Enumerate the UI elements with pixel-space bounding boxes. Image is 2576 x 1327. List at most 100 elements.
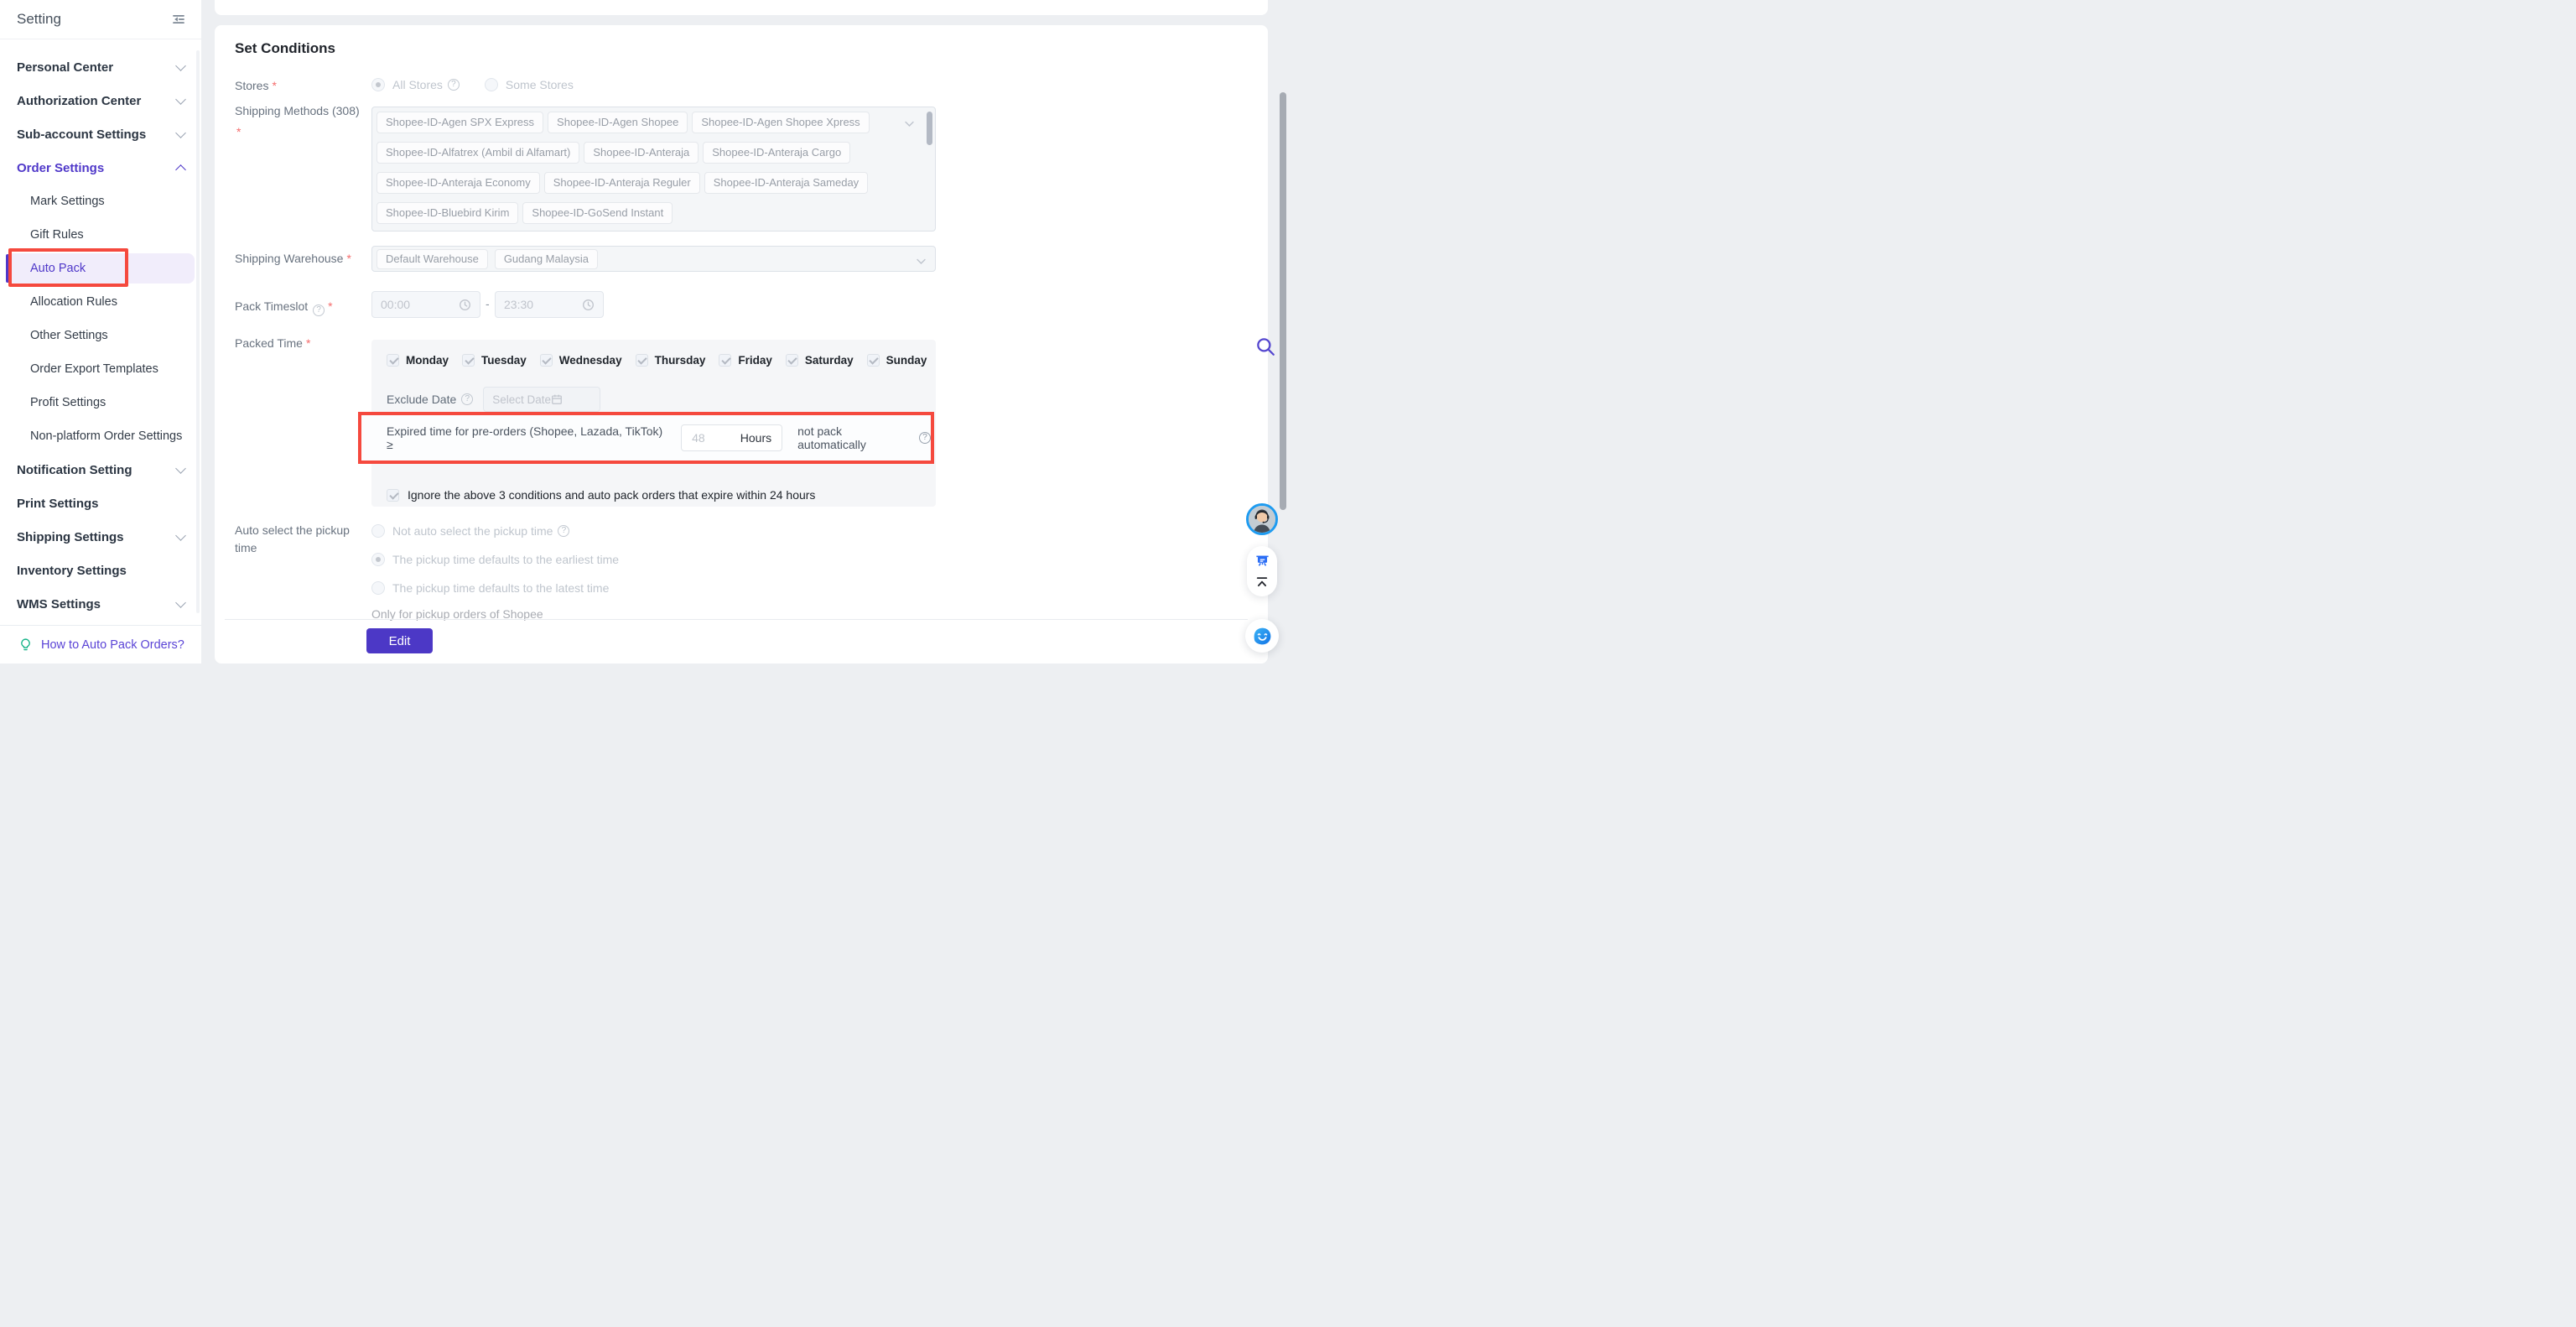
sidebar-item-wms-settings[interactable]: WMS Settings	[0, 587, 201, 621]
page-scrollbar[interactable]	[1280, 92, 1286, 510]
help-icon[interactable]: ?	[558, 525, 569, 537]
required-mark: *	[328, 299, 332, 313]
sidebar-collapse-icon[interactable]	[171, 12, 186, 27]
calendar-icon	[551, 393, 563, 405]
shipping-method-tag: Shopee-ID-Agen Shopee	[548, 112, 688, 133]
pack-timeslot-label: Pack Timeslot?*	[235, 298, 371, 316]
sidebar-item-profit-settings[interactable]: Profit Settings	[0, 386, 201, 419]
checkbox-icon	[636, 354, 648, 367]
shipping-method-tag: Shopee-ID-Agen SPX Express	[377, 112, 543, 133]
sidebar-item-allocation-rules[interactable]: Allocation Rules	[0, 285, 201, 319]
sidebar-item-label: Print Settings	[17, 497, 99, 511]
expired-time-suffix: not pack automatically	[797, 424, 913, 451]
ignore-conditions-row[interactable]: Ignore the above 3 conditions and auto p…	[387, 488, 815, 502]
radio-label: Not auto select the pickup time	[392, 524, 553, 538]
checkbox-icon	[719, 354, 731, 367]
sidebar-item-label: Sub-account Settings	[17, 127, 146, 142]
announcement-board-icon[interactable]	[1254, 553, 1270, 569]
customer-service-chat-icon[interactable]	[1245, 619, 1279, 653]
sidebar-item-non-platform-order-settings[interactable]: Non-platform Order Settings	[0, 419, 201, 453]
support-agent-avatar[interactable]	[1246, 503, 1278, 535]
expired-time-annotated-row: Expired time for pre-orders (Shopee, Laz…	[358, 412, 934, 464]
day-label: Saturday	[805, 354, 854, 367]
zoom-search-icon[interactable]	[1254, 336, 1276, 362]
help-icon[interactable]: ?	[448, 79, 460, 91]
pickup-option-not-auto-select-the-pickup-time[interactable]: Not auto select the pickup time?	[371, 522, 619, 540]
timeslot-start-input[interactable]: 00:00	[371, 291, 480, 318]
sidebar-header: Setting	[0, 0, 201, 39]
select-scrollbar-thumb[interactable]	[927, 112, 932, 145]
sidebar-item-authorization-center[interactable]: Authorization Center	[0, 84, 201, 117]
timeslot-end-input[interactable]: 23:30	[495, 291, 604, 318]
checkbox-icon	[540, 354, 553, 367]
sidebar-item-gift-rules[interactable]: Gift Rules	[0, 218, 201, 252]
sidebar-item-shipping-settings[interactable]: Shipping Settings	[0, 520, 201, 554]
sidebar-item-label: WMS Settings	[17, 597, 101, 611]
checkbox-icon	[387, 489, 399, 502]
packed-days-group: Monday Tuesday Wednesday Thursday Friday Satu…	[387, 347, 927, 372]
expired-hours-input[interactable]: 48 Hours	[681, 424, 782, 451]
shipping-warehouse-label: Shipping Warehouse*	[235, 250, 371, 268]
sidebar-item-inventory-settings[interactable]: Inventory Settings	[0, 554, 201, 587]
help-link[interactable]: How to Auto Pack Orders?	[41, 638, 184, 652]
day-checkbox-thursday[interactable]: Thursday	[636, 354, 706, 367]
expired-hours-value: 48	[692, 431, 740, 445]
stores-label: Stores*	[235, 77, 371, 95]
sidebar-item-sub-account-settings[interactable]: Sub-account Settings	[0, 117, 201, 151]
chevron-down-icon	[175, 530, 186, 541]
sidebar-item-label: Authorization Center	[17, 94, 141, 108]
set-conditions-panel: Set Conditions Stores* All Stores?Some S…	[215, 25, 1268, 664]
help-icon[interactable]: ?	[461, 393, 473, 405]
sidebar-item-notification-setting[interactable]: Notification Setting	[0, 453, 201, 487]
stores-option-all-stores[interactable]: All Stores?	[371, 78, 460, 91]
chevron-down-icon	[175, 597, 186, 608]
pickup-option-the-pickup-time-defaults-to-the-latest-time[interactable]: The pickup time defaults to the latest t…	[371, 579, 619, 597]
chevron-down-icon	[175, 60, 186, 71]
day-label: Monday	[406, 354, 449, 367]
sidebar-item-label: Order Export Templates	[30, 362, 158, 376]
help-icon[interactable]: ?	[919, 432, 931, 444]
shipping-warehouse-select[interactable]: Default WarehouseGudang Malaysia	[371, 246, 936, 272]
day-checkbox-wednesday[interactable]: Wednesday	[540, 354, 622, 367]
back-to-top-icon[interactable]	[1254, 575, 1270, 590]
exclude-date-input[interactable]: Select Date	[483, 387, 600, 412]
clock-icon	[582, 299, 595, 311]
chevron-down-icon	[175, 127, 186, 138]
ignore-conditions-label: Ignore the above 3 conditions and auto p…	[408, 488, 815, 502]
day-checkbox-sunday[interactable]: Sunday	[867, 354, 927, 367]
day-checkbox-saturday[interactable]: Saturday	[786, 354, 854, 367]
shipping-method-tag: Shopee-ID-Agen Shopee Xpress	[692, 112, 869, 133]
day-label: Sunday	[886, 354, 927, 367]
day-checkbox-friday[interactable]: Friday	[719, 354, 772, 367]
checkbox-icon	[387, 354, 399, 367]
stores-radio-group: All Stores? Some Stores	[371, 76, 574, 93]
help-icon[interactable]: ?	[313, 304, 325, 316]
sidebar-item-personal-center[interactable]: Personal Center	[0, 50, 201, 84]
sidebar-item-order-settings[interactable]: Order Settings	[0, 151, 201, 185]
day-checkbox-tuesday[interactable]: Tuesday	[462, 354, 527, 367]
radio-icon	[371, 553, 385, 566]
warehouse-tag: Default Warehouse	[377, 249, 488, 269]
day-label: Friday	[738, 354, 772, 367]
required-mark: *	[306, 336, 310, 350]
radio-label: Some Stores	[506, 78, 574, 91]
sidebar-item-label: Allocation Rules	[30, 295, 117, 309]
pickup-option-the-pickup-time-defaults-to-the-earliest-time[interactable]: The pickup time defaults to the earliest…	[371, 550, 619, 569]
clock-icon	[459, 299, 471, 311]
floating-toolbar	[1247, 546, 1277, 596]
sidebar-item-order-export-templates[interactable]: Order Export Templates	[0, 352, 201, 386]
sidebar-item-mark-settings[interactable]: Mark Settings	[0, 185, 201, 218]
expired-time-text: Expired time for pre-orders (Shopee, Laz…	[387, 424, 671, 451]
sidebar-item-print-settings[interactable]: Print Settings	[0, 487, 201, 520]
edit-button[interactable]: Edit	[366, 628, 433, 653]
sidebar-item-other-settings[interactable]: Other Settings	[0, 319, 201, 352]
day-label: Thursday	[655, 354, 706, 367]
sidebar-item-label: Mark Settings	[30, 195, 105, 208]
checkbox-icon	[786, 354, 798, 367]
stores-option-some-stores[interactable]: Some Stores	[485, 78, 574, 91]
day-checkbox-monday[interactable]: Monday	[387, 354, 449, 367]
shipping-methods-select[interactable]: Shopee-ID-Agen SPX ExpressShopee-ID-Agen…	[371, 107, 936, 232]
pickup-time-label: Auto select the pickup time	[235, 522, 371, 557]
sidebar-item-auto-pack[interactable]: Auto Pack	[0, 252, 201, 285]
sidebar-scrollbar-track[interactable]	[196, 50, 200, 613]
